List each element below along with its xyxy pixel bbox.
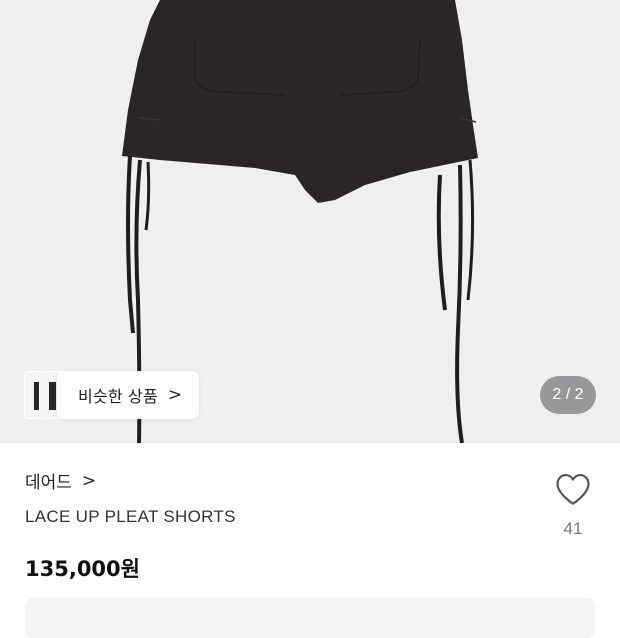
chevron-right-icon: >	[81, 470, 97, 491]
brand-link[interactable]: 데어드 >	[25, 468, 97, 494]
product-name: LACE UP PLEAT SHORTS	[25, 507, 236, 526]
chevron-right-icon: >	[167, 385, 183, 405]
image-counter-text: 2 / 2	[552, 386, 584, 403]
similar-products-pill[interactable]: 비슷한 상품 >	[57, 371, 199, 419]
info-panel	[25, 598, 595, 638]
similar-products-button[interactable]: 비슷한 상품 >	[24, 371, 199, 419]
similar-products-label: 비슷한 상품	[78, 387, 158, 406]
image-counter-badge: 2 / 2	[540, 376, 596, 414]
product-price: 135,000원	[25, 557, 140, 581]
product-image-gallery[interactable]: 비슷한 상품 > 2 / 2	[0, 0, 620, 443]
like-count: 41	[563, 519, 583, 538]
like-button[interactable]: 41	[552, 472, 594, 542]
heart-outline-icon	[556, 474, 590, 505]
brand-name: 데어드	[25, 473, 72, 493]
